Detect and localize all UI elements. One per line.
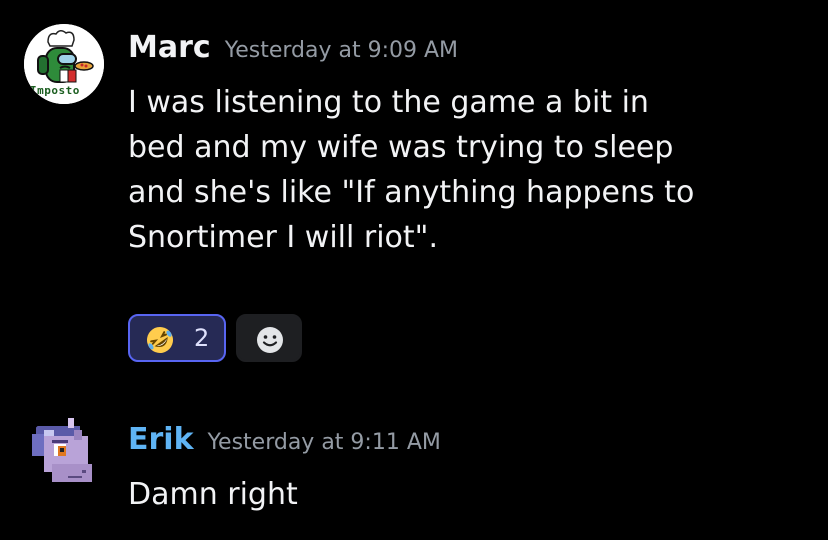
add-reaction-button[interactable]: [236, 314, 302, 362]
smiley-face-icon: [257, 327, 283, 353]
message-line: and she's like "If anything happens to: [128, 175, 695, 210]
avatar-caption: Imposto: [30, 84, 80, 97]
message-line: I was listening to the game a bit in: [128, 85, 649, 120]
message-line: bed and my wife was trying to sleep: [128, 130, 674, 165]
message-content: I was listening to the game a bit in bed…: [128, 80, 808, 260]
reaction-rofl[interactable]: 2: [128, 314, 226, 362]
timestamp: Yesterday at 9:09 AM: [224, 38, 459, 63]
timestamp: Yesterday at 9:11 AM: [207, 430, 441, 455]
message-header: Marc Yesterday at 9:09 AM: [128, 30, 458, 70]
rolling-on-the-floor-laughing-icon: [147, 327, 173, 353]
username[interactable]: Marc: [128, 30, 211, 65]
message-line: Damn right: [128, 477, 298, 512]
message-header: Erik Yesterday at 9:11 AM: [128, 422, 441, 462]
username[interactable]: Erik: [128, 422, 194, 457]
avatar-erik[interactable]: [24, 416, 104, 496]
avatar-marc[interactable]: Imposto: [24, 24, 104, 104]
reaction-count: 2: [194, 324, 210, 352]
message-line: Snortimer I will riot".: [128, 220, 438, 255]
pixel-pony-icon: [24, 416, 104, 496]
message-content: Damn right: [128, 472, 808, 517]
